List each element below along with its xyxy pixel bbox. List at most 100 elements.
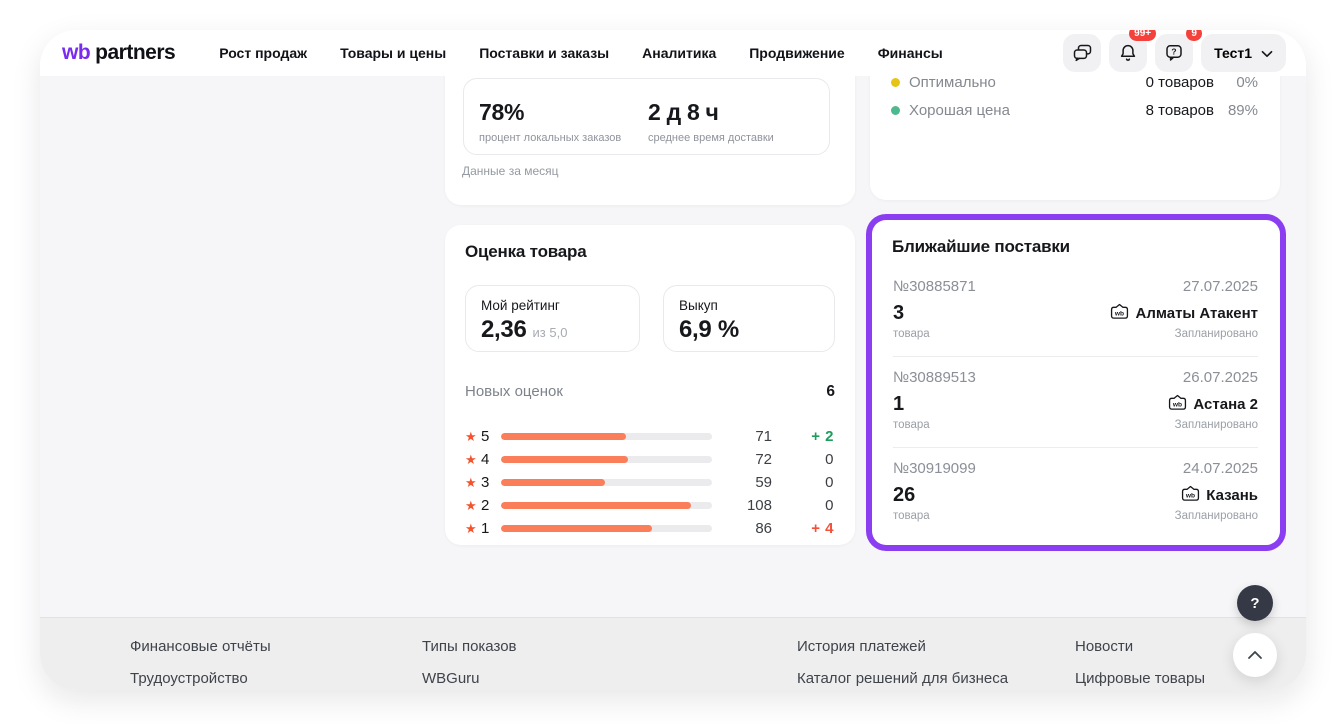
supply-qty-label: товара [893,510,930,526]
help-badge: 9 [1186,30,1202,41]
header: wb partners Рост продаж Товары и цены Пост… [40,30,1306,76]
new-ratings-row: Новых оценок 6 [465,383,835,401]
footer-link[interactable]: Каталог решений для бизнеса [797,670,1008,687]
footer-link[interactable]: Цифровые товары [1075,670,1205,687]
footer-link[interactable]: WBGuru [422,670,517,687]
supply-footer-row: товара Запланировано [893,510,1258,526]
rating-bar-fill [501,479,605,486]
rating-bar-fill [501,502,691,509]
legend-row: Оптимально0 товаров0% [891,76,1258,92]
rating-bars: ★571+ 2★4720★3590★21080★186+ 4 [465,425,835,540]
footer-link[interactable]: Новости [1075,638,1205,655]
nav-item[interactable]: Финансы [878,45,943,61]
logo[interactable]: wb partners [62,41,175,65]
card-upcoming-supplies: Ближайшие поставки №3088587127.07.20253w… [872,220,1280,545]
footer-link[interactable]: Трудоустройство [130,670,271,687]
rating-box-label: Выкуп [679,298,718,313]
divider [893,356,1258,357]
account-button[interactable]: Тест1 [1201,34,1286,72]
legend-row: Хорошая цена8 товаров89% [891,100,1258,120]
help-float-button[interactable]: ? [1237,585,1273,621]
nav-item[interactable]: Поставки и заказы [479,45,609,61]
rating-bar-track [501,525,712,532]
star-level-label: 4 [481,451,499,468]
footer: Финансовые отчёты Трудоустройство Типы пок… [40,617,1306,690]
star-level-label: 5 [481,428,499,445]
nav-item[interactable]: Товары и цены [340,45,446,61]
supply-status: Запланировано [1175,419,1258,435]
rating-bar-track [501,502,712,509]
star-icon: ★ [465,475,481,491]
nav-item[interactable]: Рост продаж [219,45,307,61]
rating-count: 59 [712,474,772,491]
supply-status: Запланировано [1175,328,1258,344]
supply-qty-label: товара [893,328,930,344]
content-area: 78%процент локальных заказов2 д 8 чсредн… [40,76,1306,617]
rating-bar-row: ★21080 [465,494,835,517]
header-actions: 99+ ? 9 Тест1 [1063,34,1286,72]
supply-item[interactable]: №3091909924.07.202526 wb Казань товара Запла… [893,460,1258,526]
rating-box-value: 2,36из 5,0 [481,316,567,344]
footer-column: Типы показов WBGuru [422,638,517,687]
rating-bar-fill [501,525,652,532]
footer-link[interactable]: Типы показов [422,638,517,655]
star-icon: ★ [465,452,481,468]
legend-count: 0 товаров [1122,76,1214,91]
warehouse-icon: wb [1110,303,1129,324]
nav-item[interactable]: Продвижение [749,45,844,61]
supply-main-row: 26 wb Казань [893,482,1258,508]
supply-number: №30885871 [893,278,976,300]
footer-column: Новости Цифровые товары [1075,638,1205,687]
help-button[interactable]: ? 9 [1155,34,1193,72]
account-label: Тест1 [1214,45,1252,61]
supply-status: Запланировано [1175,510,1258,526]
supply-warehouse-name: Алматы Атакент [1135,305,1258,322]
price-status-legend: Оптимально0 товаров0% Хорошая цена8 товар… [891,76,1258,128]
supply-warehouse-name: Казань [1206,487,1258,504]
rating-count: 86 [712,520,772,537]
rating-bar-track [501,456,712,463]
metric-value: 2 д 8 ч [648,99,774,126]
supply-item[interactable]: №3088951326.07.20251wbАстана 2товараЗапл… [893,369,1258,435]
rating-delta: 0 [772,451,834,468]
nav-item[interactable]: Аналитика [642,45,716,61]
main-nav: Рост продаж Товары и цены Поставки и заказ… [219,45,943,61]
rating-bar-fill [501,456,628,463]
rating-box: Мой рейтинг2,36из 5,0 [465,285,640,352]
notifications-button[interactable]: 99+ [1109,34,1147,72]
supply-qty: 1 [893,393,904,416]
scroll-top-button[interactable] [1233,633,1277,677]
supply-qty: 3 [893,302,904,325]
rating-count: 108 [712,497,772,514]
supply-date: 27.07.2025 [1183,278,1258,300]
rating-bar-row: ★4720 [465,448,835,471]
rating-bar-row: ★186+ 4 [465,517,835,540]
rating-bar-track [501,479,712,486]
rating-bar-row: ★571+ 2 [465,425,835,448]
supply-qty-label: товара [893,419,930,435]
warehouse-icon: wb [1181,485,1200,506]
rating-bar-track [501,433,712,440]
rating-delta: + 4 [772,520,834,537]
chat-button[interactable] [1063,34,1101,72]
star-level-label: 3 [481,474,499,491]
rating-box-value: 6,9 % [679,316,739,344]
rating-delta: 0 [772,474,834,491]
metric-label: среднее время доставки [648,132,774,144]
logo-wb: wb [62,41,90,65]
divider [893,447,1258,448]
supply-qty: 26 [893,484,915,507]
supply-header-row: №3091909924.07.2025 [893,460,1258,482]
star-level-label: 1 [481,520,499,537]
supply-warehouse-name: Астана 2 [1193,396,1258,413]
legend-label: Оптимально [909,76,1122,91]
supply-header-row: №30885871 27.07.2025 [893,278,1258,300]
footer-column: История платежей Каталог решений для бизн… [797,638,1008,687]
rating-box-suffix: из 5,0 [533,325,568,340]
footer-link[interactable]: История платежей [797,638,1008,655]
new-ratings-label: Новых оценок [465,383,563,401]
bell-icon [1118,43,1138,63]
supply-item[interactable]: №30885871 27.07.2025 3 wb Алматы Атакент това… [893,278,1258,344]
card-price-status: Оптимально0 товаров0% Хорошая цена8 товар… [870,76,1280,200]
footer-link[interactable]: Финансовые отчёты [130,638,271,655]
